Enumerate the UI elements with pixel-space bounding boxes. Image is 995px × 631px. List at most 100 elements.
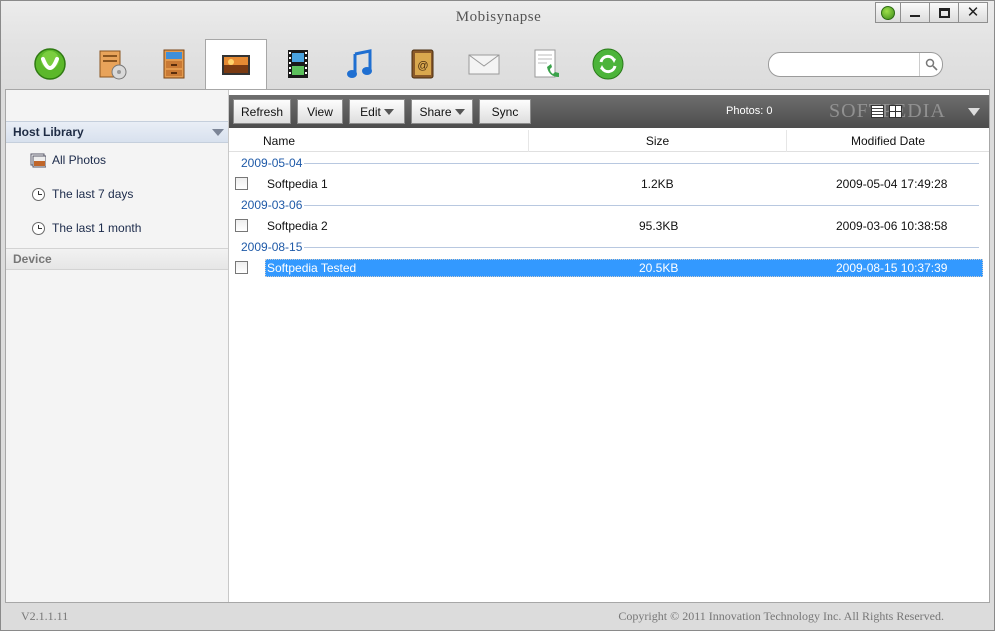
close-button[interactable]: ✕ xyxy=(958,2,988,23)
toolbar-calls[interactable] xyxy=(515,39,577,89)
app-logo-button[interactable] xyxy=(875,2,901,23)
column-header: Name Size Modified Date xyxy=(229,130,989,152)
sync-button[interactable]: Sync xyxy=(479,99,531,124)
file-cabinet-icon xyxy=(163,49,185,79)
status-footer: V2.1.1.11 Copyright © 2011 Innovation Te… xyxy=(1,604,995,630)
music-note-icon xyxy=(347,49,372,78)
sync-label: Sync xyxy=(491,104,519,119)
film-icon xyxy=(288,50,308,78)
cell-modified: 2009-05-04 17:49:28 xyxy=(836,177,948,191)
toolbar-applications[interactable] xyxy=(81,39,143,89)
sidebar-item-last-7-days[interactable]: The last 7 days xyxy=(30,184,133,204)
mobisynapse-logo-icon xyxy=(881,5,895,20)
action-bar: Refresh View Edit Share Sync Photos: 0 S… xyxy=(229,95,989,128)
group-divider xyxy=(304,205,979,206)
cell-size: 20.5KB xyxy=(639,261,679,275)
search-box xyxy=(768,52,943,77)
table-row[interactable]: Softpedia 2 95.3KB 2009-03-06 10:38:58 xyxy=(229,217,989,235)
photo-pane: Refresh View Edit Share Sync Photos: 0 S… xyxy=(229,90,989,602)
address-book-icon: @ xyxy=(411,49,434,79)
minimize-button[interactable] xyxy=(900,2,930,23)
toolbar-music[interactable] xyxy=(329,39,391,89)
cell-size: 1.2KB xyxy=(641,177,674,191)
clock-icon xyxy=(30,186,46,202)
photos-icon xyxy=(30,152,46,168)
sidebar-item-label: All Photos xyxy=(52,153,107,167)
content-area: Host Library All Photos The last 7 days … xyxy=(5,89,990,603)
sidebar-item-all-photos[interactable]: All Photos xyxy=(30,150,106,170)
photo-icon xyxy=(222,55,250,75)
sync-arrows-icon xyxy=(592,48,624,80)
minimize-icon xyxy=(910,14,920,17)
watermark: SOFTPEDIA xyxy=(829,100,946,122)
call-log-icon xyxy=(534,49,559,78)
app-window: Mobisynapse ✕ @ Host Library All Photos … xyxy=(0,0,995,631)
view-label: View xyxy=(307,104,333,119)
table-row-selected[interactable]: Softpedia Tested 20.5KB 2009-08-15 10:37… xyxy=(229,259,989,277)
maximize-button[interactable] xyxy=(929,2,959,23)
maximize-icon xyxy=(938,7,950,18)
mobisynapse-logo-icon xyxy=(34,48,66,80)
cell-name: Softpedia Tested xyxy=(267,261,357,275)
app-box-icon xyxy=(99,50,127,80)
collapse-arrow-icon[interactable] xyxy=(212,129,224,136)
toolbar-messages[interactable] xyxy=(453,39,515,89)
share-label: Share xyxy=(419,104,452,119)
chevron-down-icon xyxy=(383,108,394,115)
cell-name: Softpedia 1 xyxy=(267,177,328,191)
window-title: Mobisynapse xyxy=(455,9,542,25)
list-view-icon[interactable] xyxy=(871,105,884,118)
main-toolbar: @ xyxy=(19,39,639,90)
photos-count: Photos: 0 xyxy=(726,105,773,117)
group-divider xyxy=(304,247,979,248)
cell-modified: 2009-03-06 10:38:58 xyxy=(836,219,948,233)
refresh-label: Refresh xyxy=(240,104,284,119)
edit-button[interactable]: Edit xyxy=(349,99,405,124)
col-name[interactable]: Name xyxy=(229,130,529,152)
toolbar-home[interactable] xyxy=(19,39,81,89)
toolbar-videos[interactable] xyxy=(267,39,329,89)
edit-label: Edit xyxy=(360,104,381,119)
search-input[interactable] xyxy=(779,57,919,72)
cell-modified: 2009-08-15 10:37:39 xyxy=(836,261,948,275)
host-library-header[interactable]: Host Library xyxy=(6,121,228,143)
cell-name: Softpedia 2 xyxy=(267,219,328,233)
copyright-label: Copyright © 2011 Innovation Technology I… xyxy=(618,609,944,623)
search-button[interactable] xyxy=(919,53,942,76)
row-checkbox[interactable] xyxy=(235,219,248,232)
row-checkbox[interactable] xyxy=(235,177,248,190)
table-row[interactable]: Softpedia 1 1.2KB 2009-05-04 17:49:28 xyxy=(229,175,989,193)
version-label: V2.1.1.11 xyxy=(21,609,69,623)
svg-text:@: @ xyxy=(417,60,428,72)
cell-size: 95.3KB xyxy=(639,219,679,233)
grid-view-icon[interactable] xyxy=(889,105,902,118)
col-modified[interactable]: Modified Date xyxy=(787,130,989,152)
share-button[interactable]: Share xyxy=(411,99,473,124)
sidebar: Host Library All Photos The last 7 days … xyxy=(6,90,229,602)
toolbar-sync[interactable] xyxy=(577,39,639,89)
device-header[interactable]: Device xyxy=(6,248,228,270)
sidebar-item-label: The last 1 month xyxy=(52,221,142,235)
search-icon xyxy=(925,58,938,71)
sidebar-item-last-1-month[interactable]: The last 1 month xyxy=(30,218,141,238)
envelope-icon xyxy=(468,54,500,75)
toolbar-files[interactable] xyxy=(143,39,205,89)
host-library-label: Host Library xyxy=(13,125,84,139)
group-divider xyxy=(304,163,979,164)
window-controls: ✕ xyxy=(875,2,988,23)
sidebar-item-label: The last 7 days xyxy=(52,187,134,201)
device-label: Device xyxy=(13,252,52,266)
row-checkbox[interactable] xyxy=(235,261,248,274)
view-button[interactable]: View xyxy=(297,99,343,124)
clock-icon xyxy=(30,220,46,236)
chevron-down-icon xyxy=(454,108,465,115)
group-date-label: 2009-03-06 xyxy=(241,198,303,212)
refresh-button[interactable]: Refresh xyxy=(233,99,291,124)
group-date-label: 2009-08-15 xyxy=(241,240,303,254)
chevron-down-icon[interactable] xyxy=(968,108,980,116)
toolbar-photos[interactable] xyxy=(205,39,267,90)
group-date-label: 2009-05-04 xyxy=(241,156,303,170)
close-icon: ✕ xyxy=(966,4,980,21)
toolbar-contacts[interactable]: @ xyxy=(391,39,453,89)
col-size[interactable]: Size xyxy=(529,130,787,152)
